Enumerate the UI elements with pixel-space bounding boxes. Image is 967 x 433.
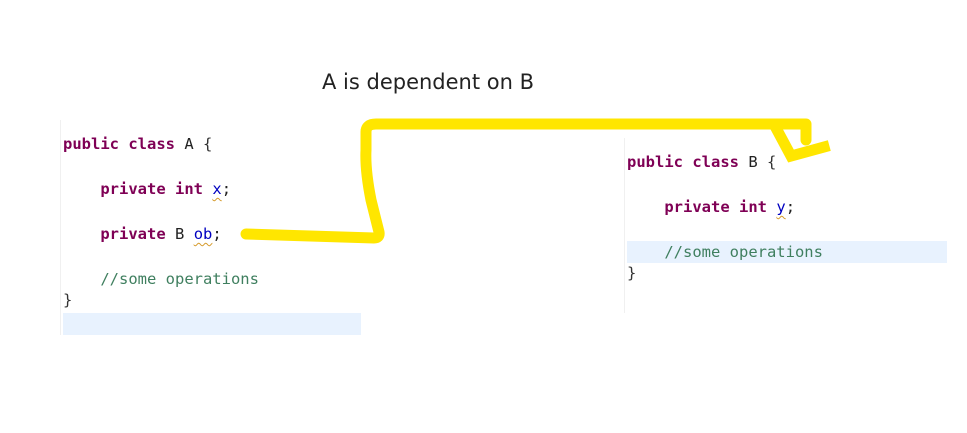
dependency-arrow xyxy=(240,118,831,244)
arrow-head xyxy=(768,120,831,163)
arrow-path xyxy=(240,118,812,244)
